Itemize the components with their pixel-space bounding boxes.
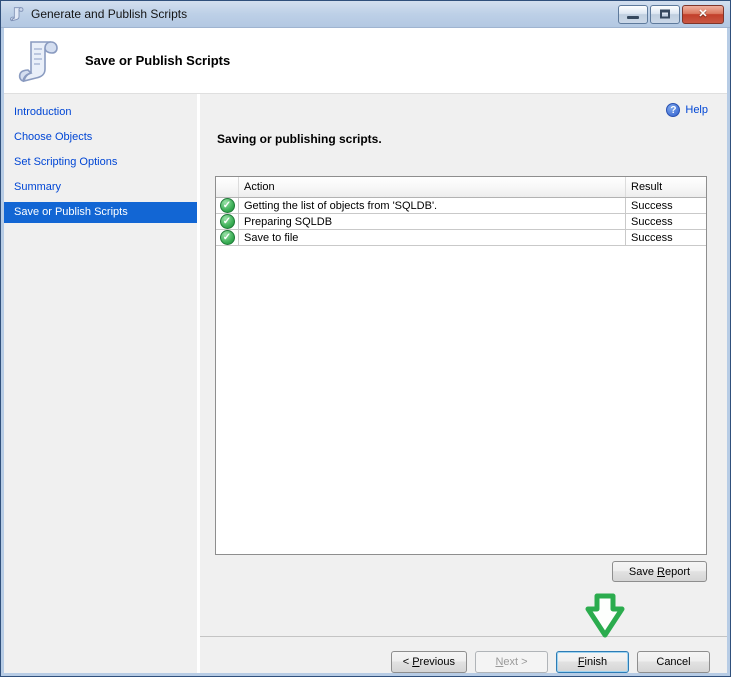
sidebar-item-label: Choose Objects (14, 131, 92, 143)
previous-button[interactable]: < Previous (391, 651, 467, 673)
wizard-frame: Save or Publish Scripts Introduction Cho… (4, 28, 727, 673)
minimize-button[interactable] (618, 5, 648, 24)
wizard-window: Generate and Publish Scripts ✕ (0, 0, 731, 677)
content-spacer (200, 582, 727, 636)
sidebar-item-label: Introduction (14, 106, 71, 118)
minimize-icon (627, 16, 639, 19)
close-icon: ✕ (698, 8, 707, 20)
result-cell: Success (626, 230, 706, 245)
results-table: Action Result ✓ Getting the list of obje… (215, 176, 707, 555)
results-table-body: ✓ Getting the list of objects from 'SQLD… (216, 198, 706, 246)
sidebar-item-set-scripting-options[interactable]: Set Scripting Options (4, 152, 197, 173)
page-header: Save or Publish Scripts (4, 28, 727, 94)
sidebar-item-label: Save or Publish Scripts (14, 206, 128, 218)
scroll-script-icon (9, 6, 25, 22)
help-row: ? Help (200, 94, 727, 117)
scroll-script-icon (17, 36, 61, 86)
wizard-steps: Introduction Choose Objects Set Scriptin… (4, 94, 197, 673)
report-row: Save Report (215, 561, 707, 582)
window-controls: ✕ (618, 5, 724, 24)
result-cell: Success (626, 214, 706, 229)
maximize-button[interactable] (650, 5, 680, 24)
close-button[interactable]: ✕ (682, 5, 724, 24)
table-row: ✓ Save to file Success (216, 230, 706, 246)
help-link[interactable]: ? Help (666, 103, 708, 117)
sidebar-item-save-or-publish-scripts[interactable]: Save or Publish Scripts (4, 202, 197, 223)
status-heading: Saving or publishing scripts. (217, 132, 727, 146)
wizard-content: ? Help Saving or publishing scripts. Act… (200, 94, 727, 673)
table-row: ✓ Preparing SQLDB Success (216, 214, 706, 230)
results-table-header: Action Result (216, 177, 706, 198)
sidebar-item-introduction[interactable]: Introduction (4, 102, 197, 123)
sidebar-item-label: Summary (14, 181, 61, 193)
sidebar-item-label: Set Scripting Options (14, 156, 117, 168)
page-title: Save or Publish Scripts (85, 53, 230, 68)
sidebar-item-choose-objects[interactable]: Choose Objects (4, 127, 197, 148)
column-header-status (216, 177, 239, 197)
maximize-icon (660, 10, 670, 19)
wizard-footer: < Previous Next > Finish Cancel (200, 637, 727, 673)
finish-button[interactable]: Finish (556, 651, 629, 673)
column-header-action[interactable]: Action (239, 177, 626, 197)
help-question-icon: ? (666, 103, 680, 117)
action-cell: Getting the list of objects from 'SQLDB'… (239, 198, 626, 213)
action-cell: Save to file (239, 230, 626, 245)
table-row: ✓ Getting the list of objects from 'SQLD… (216, 198, 706, 214)
cancel-button[interactable]: Cancel (637, 651, 710, 673)
help-link-label: Help (685, 104, 708, 116)
wizard-body: Introduction Choose Objects Set Scriptin… (4, 94, 727, 673)
window-title: Generate and Publish Scripts (31, 7, 612, 21)
next-button[interactable]: Next > (475, 651, 548, 673)
green-check-icon: ✓ (220, 214, 235, 229)
green-check-icon: ✓ (220, 198, 235, 213)
result-cell: Success (626, 198, 706, 213)
action-cell: Preparing SQLDB (239, 214, 626, 229)
column-header-result[interactable]: Result (626, 177, 706, 197)
titlebar[interactable]: Generate and Publish Scripts ✕ (1, 1, 730, 28)
save-report-button[interactable]: Save Report (612, 561, 707, 582)
green-check-icon: ✓ (220, 230, 235, 245)
sidebar-item-summary[interactable]: Summary (4, 177, 197, 198)
